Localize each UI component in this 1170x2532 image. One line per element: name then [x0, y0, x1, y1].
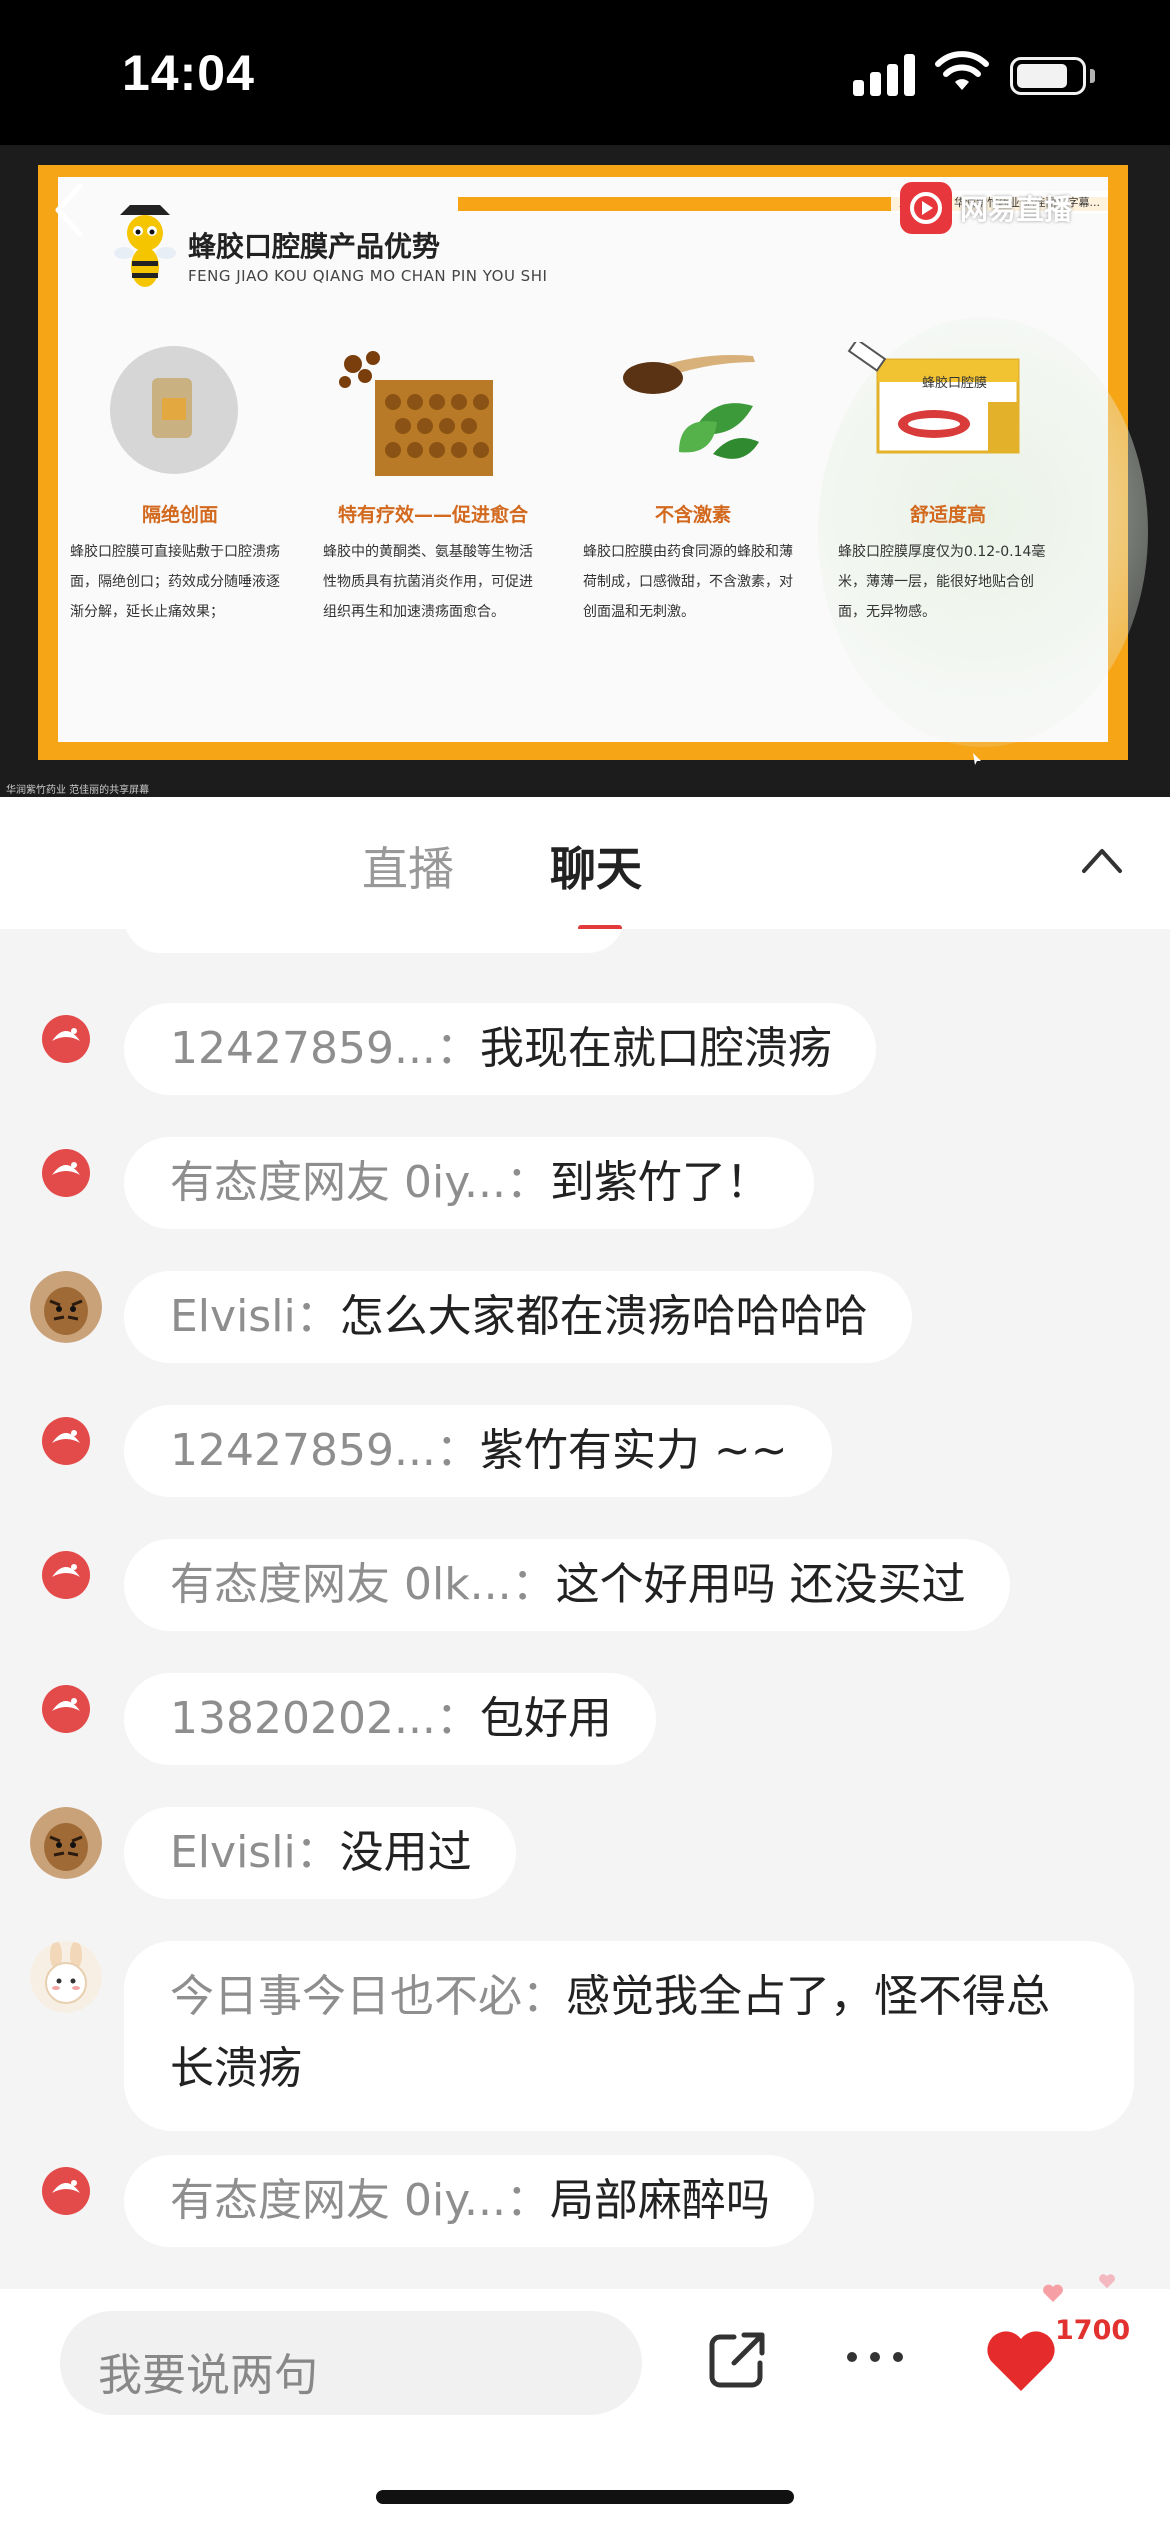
chat-username: Elvisli： [170, 1291, 340, 1342]
chat-username: Elvisli： [170, 1827, 340, 1878]
chat-username: 有态度网友 0lk...： [170, 1559, 556, 1610]
tab-live[interactable]: 直播 [362, 833, 454, 899]
feature-desc: 蜂胶中的黄酮类、氨基酸等生物活性物质具有抗菌消炎作用，可促进组织再生和加速溃疡面… [323, 544, 533, 620]
screen-share-label: 华润紫竹药业 范佳丽的共享屏幕 [6, 785, 150, 796]
film-patch-image [110, 346, 238, 474]
chat-text: 紫竹有实力 ~~ [479, 1425, 788, 1476]
status-bar: 14:04 [0, 0, 1170, 145]
product-box-label: 蜂胶口腔膜 [922, 376, 988, 391]
product-box-image [847, 338, 1020, 454]
home-indicator[interactable] [376, 2490, 794, 2504]
feature-title: 隔绝创面 [141, 504, 218, 526]
brand-text: 网易直播 [960, 193, 1073, 226]
live-video[interactable]: 蜂胶口腔膜产品优势 FENG JIAO KOU QIANG MO CHAN PI… [0, 145, 1170, 797]
brand-logo: 网易直播 [900, 180, 1072, 236]
host-avatar-icon [42, 1685, 90, 1733]
feature-desc: 蜂胶口腔膜厚度仅为0.12-0.14毫米，薄薄一层，能很好地贴合创面，无异物感。 [838, 544, 1046, 620]
tiger-avatar-icon [30, 1807, 102, 1879]
host-avatar-icon [42, 1015, 90, 1063]
feature-desc: 蜂胶口腔膜由药食同源的蜂胶和薄荷制成，口感微甜，不含激素，对创面温和无刺激。 [583, 544, 793, 620]
chat-text: 局部麻醉吗 [549, 2175, 770, 2226]
host-avatar-icon [42, 2167, 90, 2215]
battery-icon [1010, 57, 1086, 95]
chat-text: 到紫竹了！ [549, 1157, 770, 1208]
chat-username: 12427859...： [170, 1425, 480, 1476]
feature-title: 特有疗效——促进愈合 [337, 504, 528, 526]
tab-bar: 直播 聊天 [0, 797, 1170, 931]
feature-title: 不含激素 [654, 504, 731, 526]
chat-input[interactable]: 我要说两句 [60, 2311, 642, 2415]
presentation-slide: 蜂胶口腔膜产品优势 FENG JIAO KOU QIANG MO CHAN PI… [38, 165, 1148, 760]
mouse-cursor-icon [973, 753, 981, 765]
chat-username: 今日事今日也不必： [170, 1971, 566, 2022]
wifi-icon [935, 51, 989, 90]
tiger-avatar-icon [30, 1271, 102, 1343]
chat-text: 怎么大家都在溃疡哈哈哈哈 [339, 1291, 868, 1342]
chat-list[interactable]: 12427859...：我现在就口腔溃疡 有态度网友 0iy...：到紫竹了！ … [0, 929, 1170, 2289]
chevron-up-icon[interactable] [1080, 845, 1124, 875]
chat-text: 我现在就口腔溃疡 [479, 1023, 832, 1074]
signal-icon [853, 54, 915, 96]
feature-card: 隔绝创面 蜂胶口腔膜可直接贴敷于口腔溃疡面，隔绝创口；药效成分随唾液逐渐分解，延… [70, 342, 290, 627]
floating-heart-icon [1043, 2284, 1063, 2302]
chat-username: 有态度网友 0iy...： [170, 1157, 550, 1208]
slide-subtitle: FENG JIAO KOU QIANG MO CHAN PIN YOU SHI [188, 267, 548, 285]
chat-text: 没用过 [339, 1827, 472, 1878]
back-arrow-icon[interactable] [50, 180, 90, 240]
feature-card: 不含激素 蜂胶口腔膜由药食同源的蜂胶和薄荷制成，口感微甜，不含激素，对创面温和无… [583, 342, 803, 627]
heart-icon[interactable] [985, 2329, 1057, 2395]
feature-card: 蜂胶口腔膜 舒适度高 蜂胶口腔膜厚度仅为0.12-0.14毫米，薄薄一层，能很好… [838, 338, 1058, 627]
chat-text: 包好用 [479, 1693, 612, 1744]
host-avatar-icon [42, 1551, 90, 1599]
chat-input-placeholder: 我要说两句 [98, 2350, 318, 2401]
battery-tip [1090, 69, 1095, 83]
honeycomb-image [339, 351, 493, 476]
tab-chat[interactable]: 聊天 [550, 833, 642, 899]
more-icon[interactable] [840, 2347, 910, 2367]
chat-text: 这个好用吗 还没买过 [555, 1559, 966, 1610]
status-time: 14:04 [122, 45, 255, 101]
feature-title: 舒适度高 [909, 504, 986, 526]
feature-desc: 蜂胶口腔膜可直接贴敷于口腔溃疡面，隔绝创口；药效成分随唾液逐渐分解，延长止痛效果… [70, 544, 280, 620]
share-icon[interactable] [704, 2325, 772, 2393]
bunny-avatar-icon [30, 1941, 102, 2013]
netease-live-icon [900, 182, 952, 234]
chat-username: 有态度网友 0iy...： [170, 2175, 550, 2226]
propolis-mint-image [623, 354, 759, 459]
bee-mascot-icon [114, 205, 176, 287]
like-count: 1700 [1055, 2315, 1131, 2346]
feature-card: 特有疗效——促进愈合 蜂胶中的黄酮类、氨基酸等生物活性物质具有抗菌消炎作用，可促… [323, 342, 543, 627]
chat-username: 12427859...： [170, 1023, 480, 1074]
floating-heart-icon [1099, 2274, 1115, 2289]
host-avatar-icon [42, 1149, 90, 1197]
bottom-bar: 我要说两句 1700 [0, 2274, 1170, 2532]
slide-title: 蜂胶口腔膜产品优势 [188, 230, 441, 263]
chat-username: 13820202...： [170, 1693, 480, 1744]
host-avatar-icon [42, 1417, 90, 1465]
